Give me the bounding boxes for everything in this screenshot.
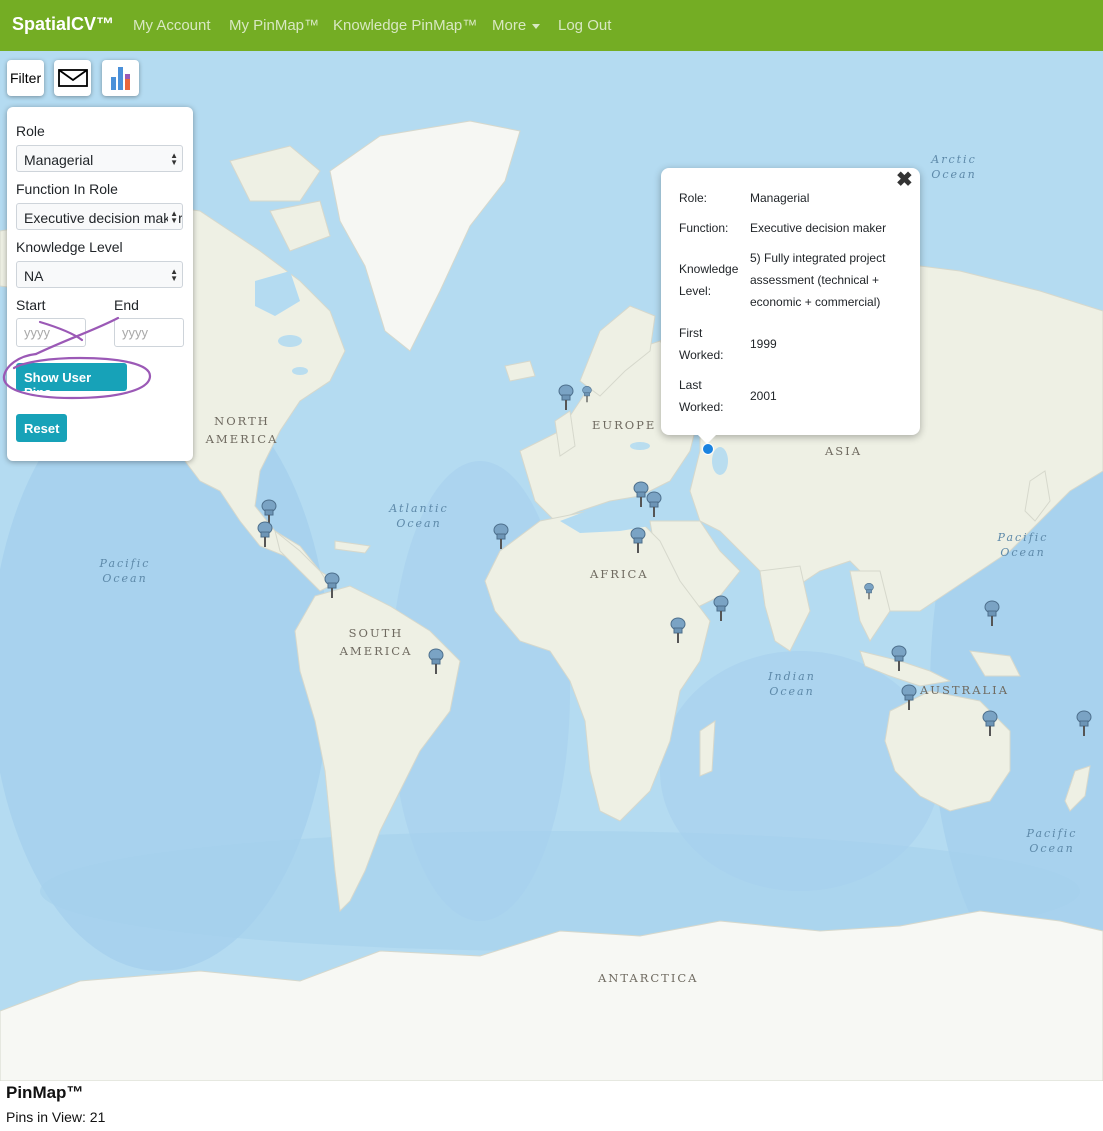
map-pin[interactable] <box>981 599 1003 627</box>
filter-toggle-button[interactable]: Filter <box>7 60 44 96</box>
label-pacific-ocean-east: Pacific Ocean <box>992 530 1054 560</box>
popup-knowledge-value: 5) Fully integrated project assessment (t… <box>750 247 910 313</box>
footer-bar <box>0 1081 1103 1131</box>
label-line: Pacific <box>997 531 1049 544</box>
label-line: Ocean <box>931 168 977 181</box>
map-pin[interactable] <box>643 490 665 518</box>
role-label: Role <box>16 123 45 139</box>
popup-first-worked-key: First Worked: <box>679 322 723 366</box>
popup-value-line: economic + commercial) <box>750 295 881 309</box>
annotation-circle <box>2 316 152 400</box>
label-line: NORTH <box>214 414 270 428</box>
selected-location-marker[interactable] <box>702 443 714 455</box>
label-line: Ocean <box>769 685 815 698</box>
map-pin[interactable] <box>710 594 732 622</box>
popup-function-key: Function: <box>679 221 729 235</box>
label-line: Atlantic <box>389 502 449 515</box>
label-line: Ocean <box>396 517 442 530</box>
function-select-value: Executive decision maker <box>24 210 183 226</box>
map-pin[interactable] <box>425 647 447 675</box>
label-pacific-ocean-southeast: Pacific Ocean <box>1021 826 1083 856</box>
popup-key-line: Worked: <box>679 348 724 362</box>
bar-chart-icon <box>111 67 130 90</box>
select-arrows-icon: ▲ ▼ <box>168 209 178 225</box>
label-africa: AFRICA <box>590 567 649 581</box>
map-pin[interactable] <box>667 616 689 644</box>
label-australia: AUSTRALIA <box>920 683 1009 697</box>
map-pin[interactable] <box>888 644 910 672</box>
label-arctic-ocean: Arctic Ocean <box>926 152 982 182</box>
popup-value-line: 5) Fully integrated project <box>750 251 886 265</box>
label-indian-ocean: Indian Ocean <box>762 669 822 699</box>
label-line: Pacific <box>99 557 151 570</box>
popup-last-worked-value: 2001 <box>750 389 777 403</box>
map-pin[interactable] <box>490 522 512 550</box>
caret-down-icon <box>532 23 541 29</box>
map-pin[interactable] <box>979 709 1001 737</box>
label-line: Arctic <box>931 153 977 166</box>
label-south-america: SOUTH AMERICA <box>336 624 416 660</box>
nav-knowledge-pinmap[interactable]: Knowledge PinMap™ <box>333 17 477 34</box>
map-pin[interactable] <box>898 683 920 711</box>
popup-value-line: assessment (technical + <box>750 273 880 287</box>
select-arrows-icon: ▲ ▼ <box>170 151 178 167</box>
knowledge-select[interactable]: NA ▲ ▼ <box>16 261 183 288</box>
label-line: Indian <box>768 670 816 683</box>
label-line: Pacific <box>1026 827 1078 840</box>
nav-more-label: More <box>492 17 527 34</box>
popup-function-value: Executive decision maker <box>750 221 887 235</box>
role-select[interactable]: Managerial ▲ ▼ <box>16 145 183 172</box>
map-pin[interactable] <box>321 571 343 599</box>
popup-role-key: Role: <box>679 191 708 205</box>
map-pin[interactable] <box>1073 709 1095 737</box>
map-pin[interactable] <box>254 520 276 548</box>
map-pin[interactable] <box>862 582 876 600</box>
nav-my-account[interactable]: My Account <box>133 17 211 34</box>
knowledge-label: Knowledge Level <box>16 239 123 255</box>
function-label: Function In Role <box>16 181 118 197</box>
label-line: Ocean <box>1000 546 1046 559</box>
popup-key-line: Level: <box>679 284 712 298</box>
nav-my-pinmap[interactable]: My PinMap™ <box>229 17 319 34</box>
knowledge-select-value: NA <box>24 268 44 284</box>
popup-first-worked-value: 1999 <box>750 337 777 351</box>
pins-in-view-count: Pins in View: 21 <box>6 1109 106 1125</box>
label-asia: ASIA <box>825 444 863 458</box>
top-navbar: SpatialCV™ My Account My PinMap™ Knowled… <box>0 0 1103 51</box>
pinmap-title: PinMap™ <box>6 1083 84 1102</box>
popup-role-value: Managerial <box>750 191 810 205</box>
select-arrows-icon: ▲ ▼ <box>170 267 178 283</box>
label-line: Ocean <box>1029 842 1075 855</box>
label-north-america: NORTH AMERICA <box>200 412 284 448</box>
popup-key-line: First <box>679 326 703 340</box>
label-pacific-ocean-west: Pacific Ocean <box>94 556 156 586</box>
popup-key-line: Last <box>679 378 702 392</box>
label-atlantic-ocean: Atlantic Ocean <box>385 501 453 531</box>
nav-more-dropdown[interactable]: More <box>492 17 541 34</box>
label-line: AMERICA <box>339 644 413 658</box>
chart-button[interactable] <box>102 60 139 96</box>
role-select-value: Managerial <box>24 152 94 168</box>
envelope-icon <box>58 69 88 87</box>
filter-button-label: Filter <box>10 70 42 86</box>
label-line: AMERICA <box>205 432 279 446</box>
label-line: Ocean <box>102 572 148 585</box>
label-europe: EUROPE <box>592 418 657 432</box>
map-pin[interactable] <box>627 526 649 554</box>
nav-log-out[interactable]: Log Out <box>558 17 611 34</box>
reset-button[interactable]: Reset <box>16 414 67 442</box>
label-line: SOUTH <box>348 626 404 640</box>
popup-key-line: Worked: <box>679 400 724 414</box>
function-select[interactable]: Executive decision maker ▲ ▼ <box>16 203 183 230</box>
label-antarctica: ANTARCTICA <box>598 971 699 985</box>
map-pin[interactable] <box>580 385 594 403</box>
mail-button[interactable] <box>54 60 91 96</box>
popup-last-worked-key: Last Worked: <box>679 374 723 418</box>
brand-logo[interactable]: SpatialCV™ <box>12 14 114 35</box>
map-pin[interactable] <box>555 383 577 411</box>
popup-key-line: Knowledge <box>679 262 739 276</box>
popup-knowledge-key: Knowledge Level: <box>679 258 738 302</box>
